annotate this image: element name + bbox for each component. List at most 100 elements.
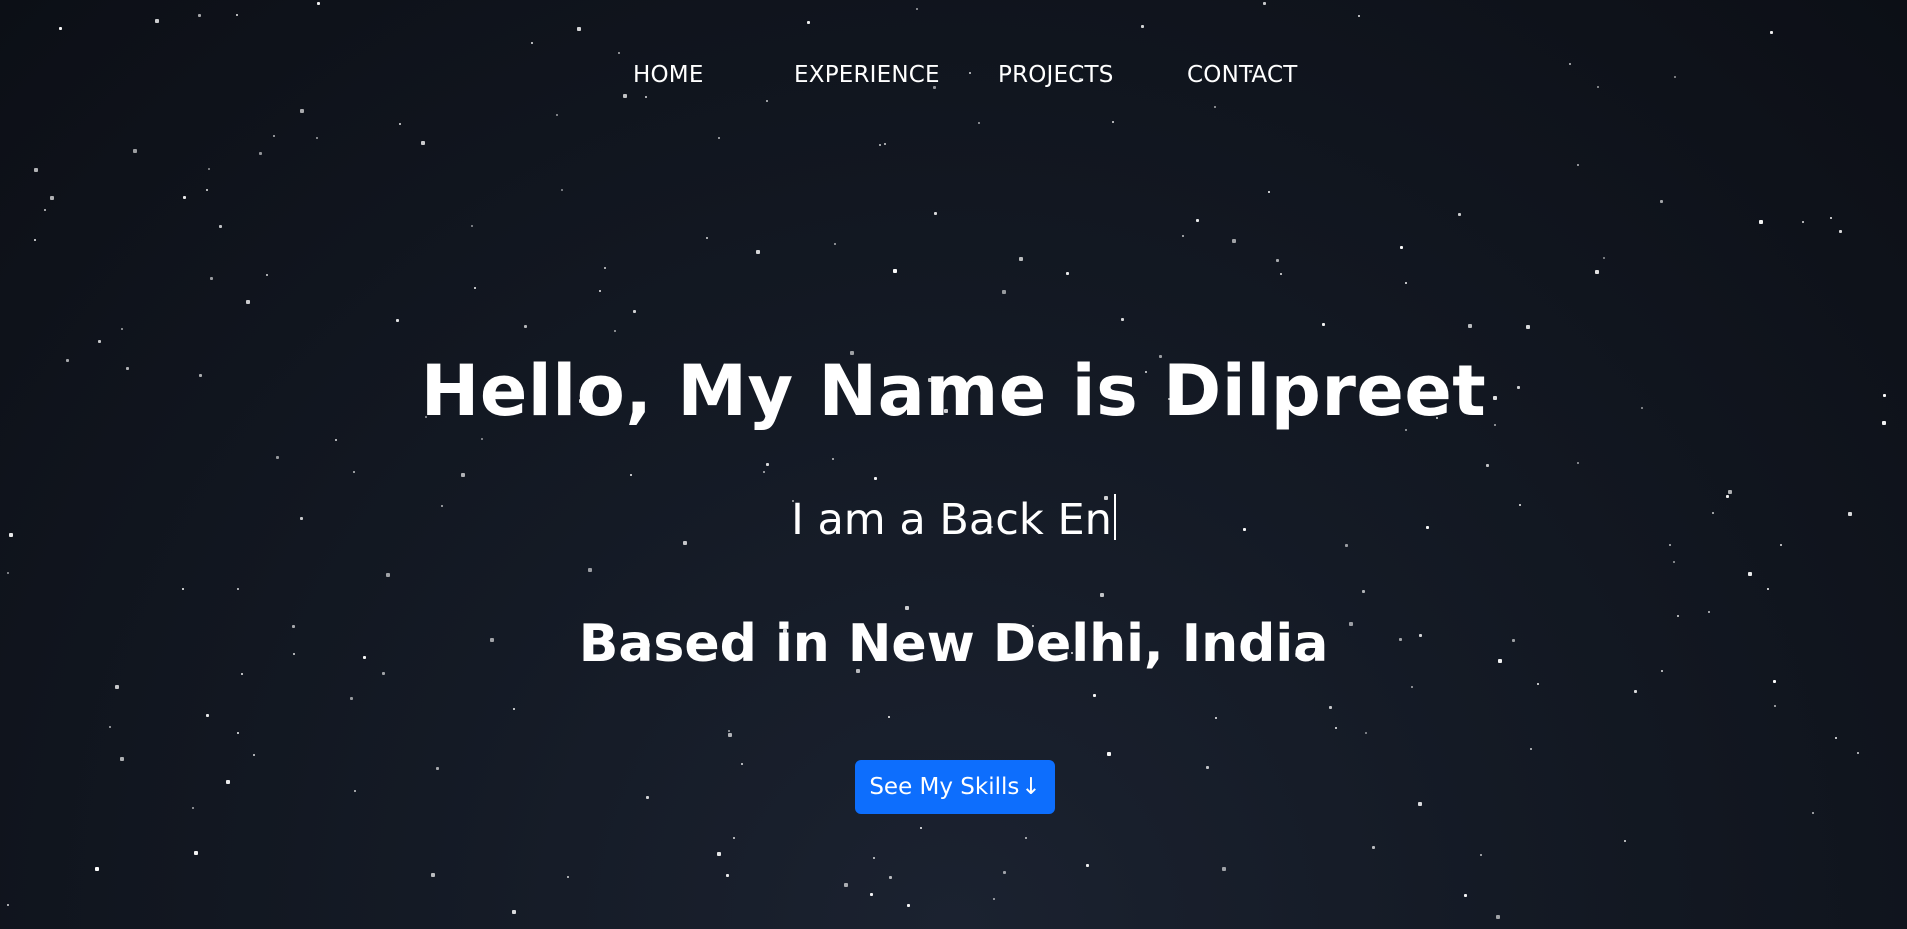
star — [1232, 239, 1236, 243]
star — [993, 898, 995, 900]
star — [183, 196, 186, 199]
star — [59, 27, 62, 30]
star — [317, 2, 320, 5]
star — [633, 310, 636, 313]
star — [706, 237, 708, 239]
typed-text: I am a Back En — [791, 495, 1112, 545]
star — [266, 274, 268, 276]
star — [1405, 282, 1407, 284]
star — [873, 857, 875, 859]
star — [1577, 462, 1579, 464]
nav-experience-link[interactable]: EXPERIENCE — [794, 62, 940, 88]
star — [1496, 915, 1500, 919]
star — [44, 209, 46, 211]
star — [276, 456, 279, 459]
star — [889, 876, 892, 879]
star — [1025, 837, 1027, 839]
star — [1086, 864, 1089, 867]
star — [832, 458, 834, 460]
star — [604, 267, 606, 269]
star — [115, 685, 119, 689]
star — [1770, 31, 1773, 34]
nav-contact-link[interactable]: CONTACT — [1187, 62, 1297, 88]
star — [1215, 717, 1217, 719]
star — [7, 572, 9, 574]
star — [717, 852, 721, 856]
star — [630, 474, 632, 476]
star — [50, 196, 54, 200]
star — [718, 137, 720, 139]
star — [1812, 812, 1814, 814]
star — [741, 763, 743, 765]
star — [1002, 290, 1006, 294]
star — [1774, 705, 1776, 707]
star — [1365, 732, 1367, 734]
star — [461, 473, 465, 477]
star — [194, 851, 198, 855]
star — [121, 328, 123, 330]
star — [834, 243, 836, 245]
star — [1526, 325, 1530, 329]
star — [512, 910, 516, 914]
star — [1802, 221, 1804, 223]
star — [471, 225, 473, 227]
typing-cursor — [1113, 494, 1116, 540]
star — [733, 837, 735, 839]
star — [907, 904, 910, 907]
star — [206, 189, 208, 191]
star — [1773, 680, 1776, 683]
star — [524, 325, 527, 328]
star — [300, 109, 304, 113]
star — [1634, 690, 1637, 693]
star — [893, 269, 897, 273]
star — [844, 883, 848, 887]
star — [588, 568, 592, 572]
star — [1335, 727, 1337, 729]
typed-subtitle: I am a Back En — [0, 494, 1907, 545]
star — [1372, 846, 1375, 849]
star — [934, 212, 937, 215]
star — [728, 730, 730, 732]
star — [884, 143, 886, 145]
star — [1141, 25, 1144, 28]
star — [1486, 464, 1489, 467]
star — [763, 471, 765, 473]
star — [246, 300, 250, 304]
star — [1066, 272, 1069, 275]
star — [273, 135, 275, 137]
nav-projects-link[interactable]: PROJECTS — [998, 62, 1114, 88]
star — [1537, 683, 1539, 685]
star — [133, 149, 137, 153]
star — [645, 96, 647, 98]
star — [1577, 164, 1579, 166]
star — [1603, 257, 1605, 259]
star — [120, 757, 124, 761]
star — [192, 807, 194, 809]
star — [513, 708, 515, 710]
see-my-skills-button[interactable]: See My Skills ↓ — [855, 760, 1055, 814]
star — [1107, 752, 1111, 756]
star — [920, 827, 922, 829]
star — [623, 94, 627, 98]
star — [1329, 706, 1332, 709]
star — [259, 152, 262, 155]
star — [1003, 871, 1006, 874]
nav-home-link[interactable]: HOME — [633, 62, 704, 88]
star — [577, 27, 581, 31]
star — [474, 287, 476, 289]
star — [386, 573, 390, 577]
star — [531, 42, 533, 44]
star — [109, 726, 111, 728]
star — [614, 330, 616, 332]
star — [905, 606, 909, 610]
star — [1019, 257, 1023, 261]
star — [874, 477, 877, 480]
star — [1458, 213, 1461, 216]
star — [353, 471, 355, 473]
star — [421, 141, 425, 145]
star — [1093, 694, 1096, 697]
star — [34, 168, 38, 172]
star — [1276, 259, 1279, 262]
star — [1660, 200, 1663, 203]
star — [1411, 686, 1413, 688]
